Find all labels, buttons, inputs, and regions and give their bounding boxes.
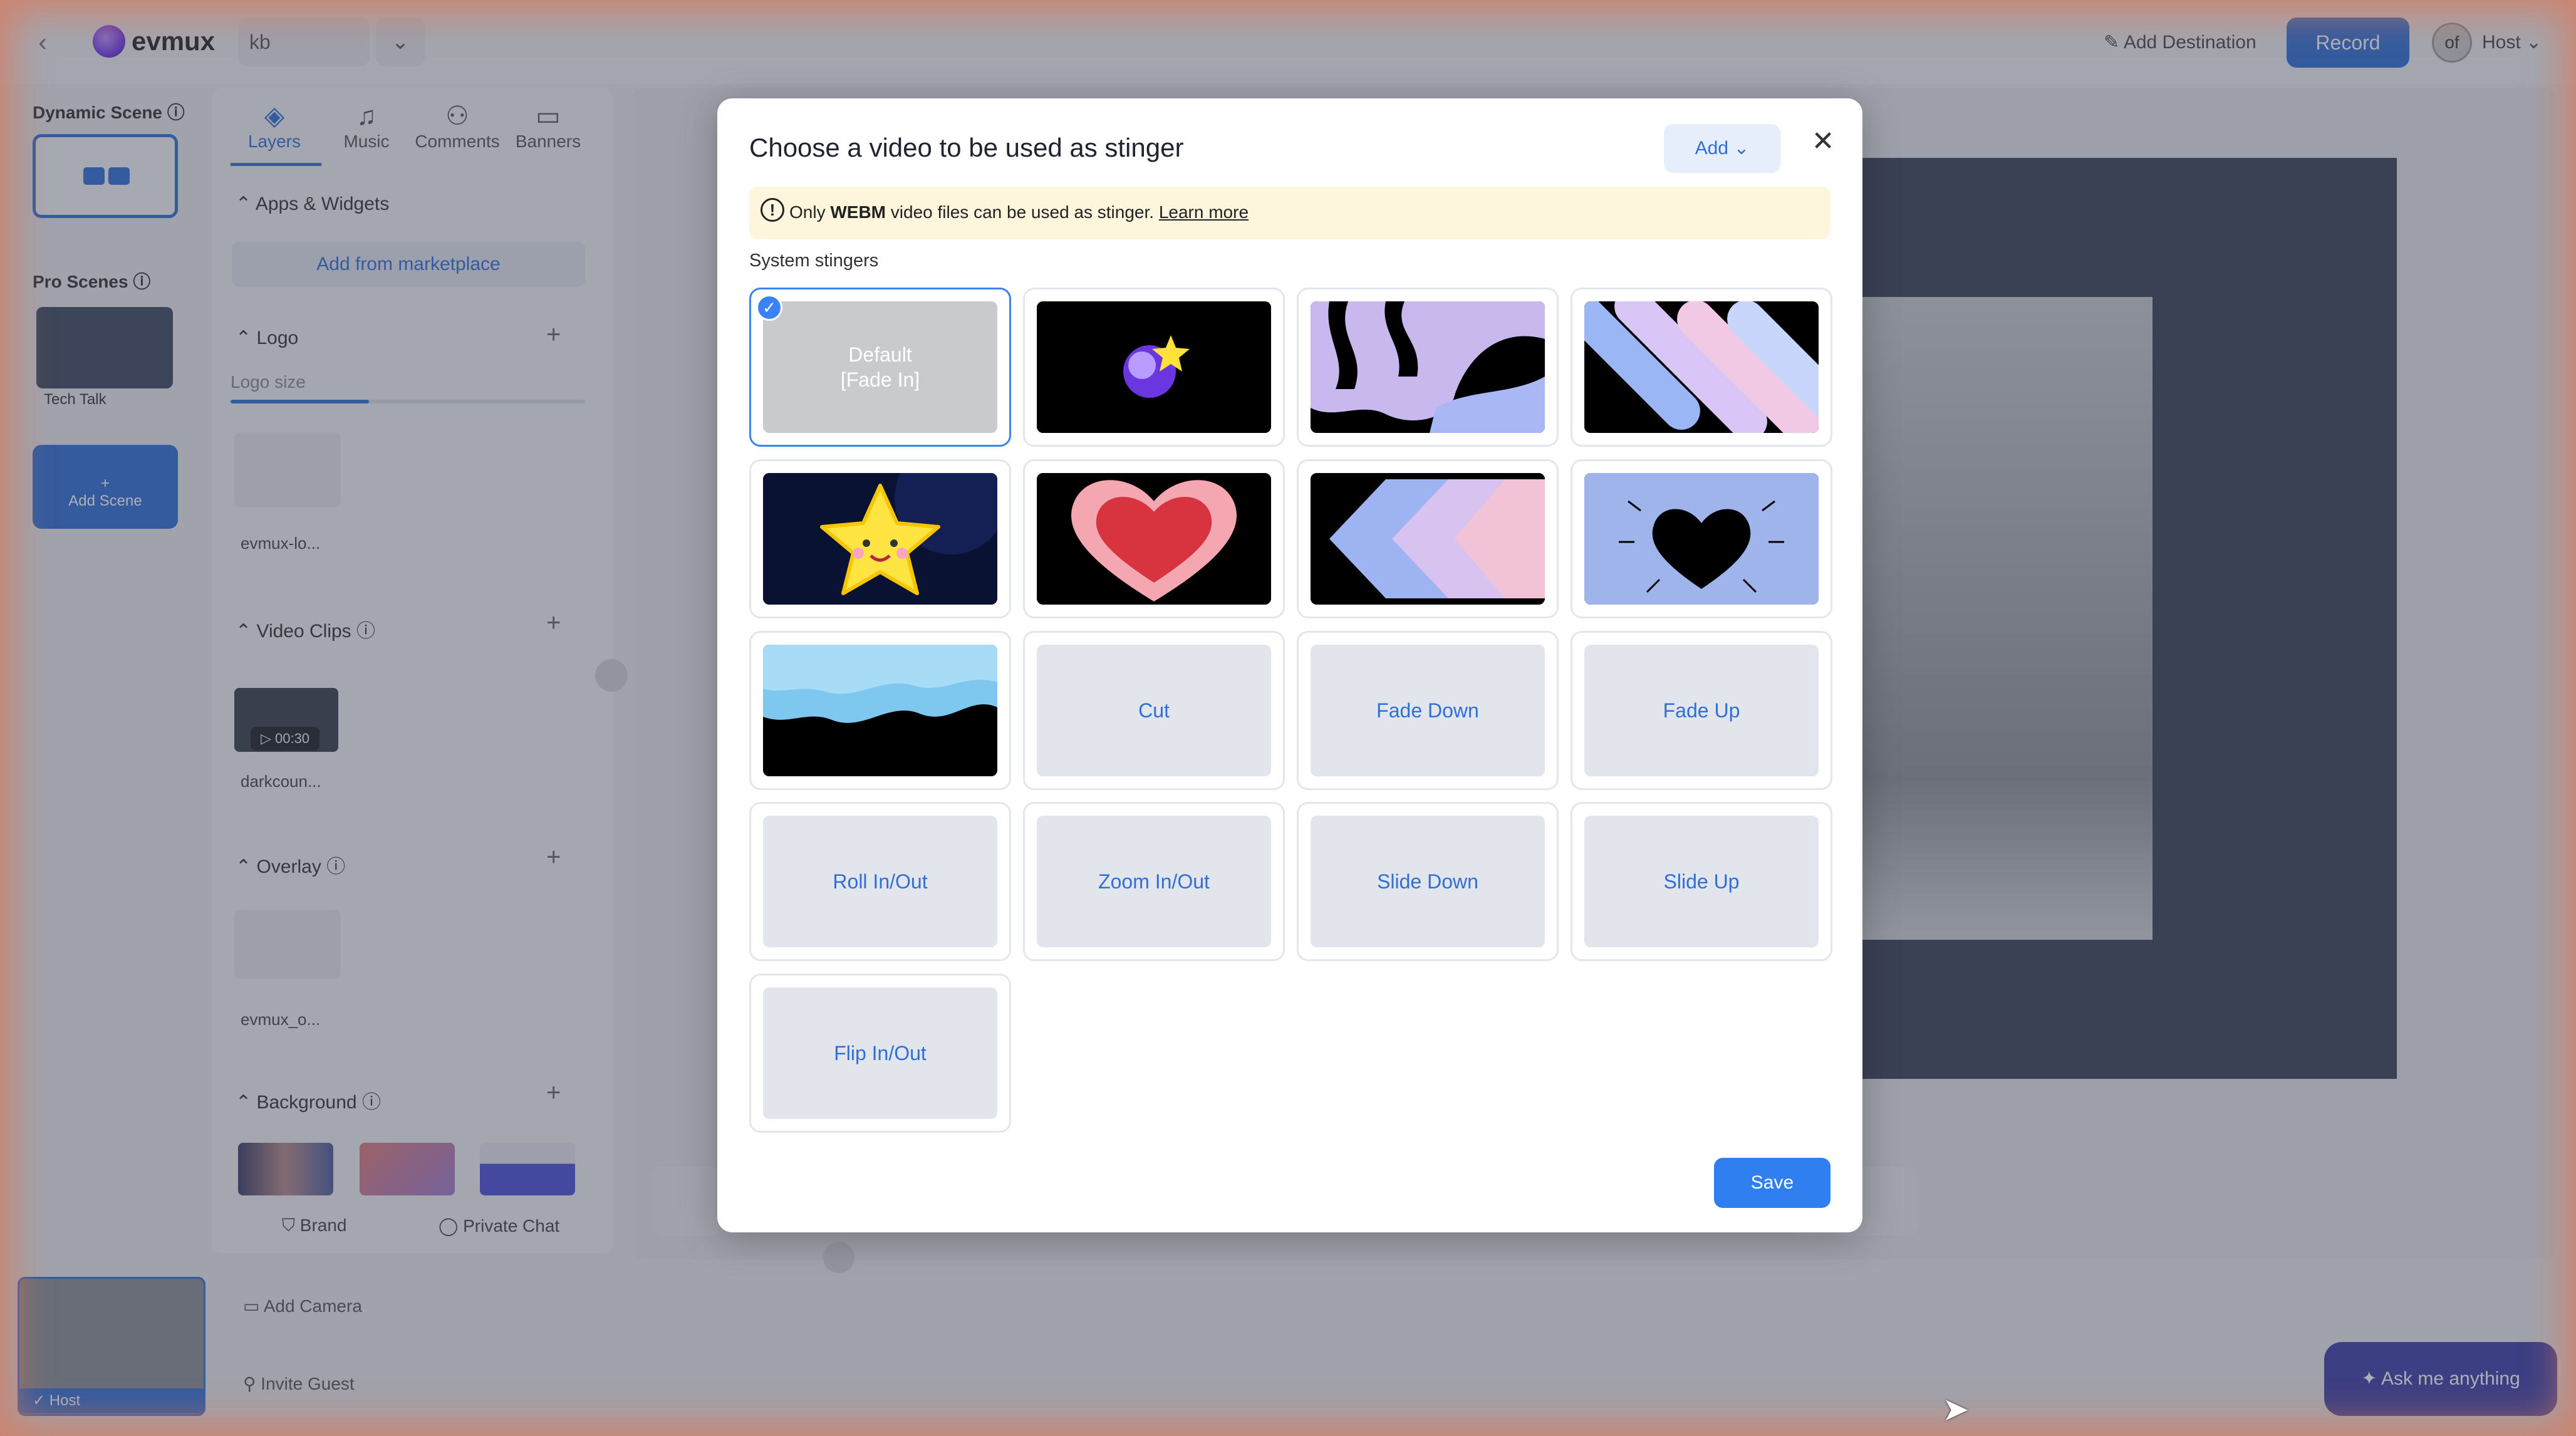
selected-check-icon: ✓ [756, 294, 782, 321]
star-icon [763, 473, 997, 605]
stinger-label: Flip In/Out [763, 987, 997, 1119]
stinger-label: Cut [1037, 645, 1271, 776]
stinger-label: Slide Down [1311, 816, 1545, 947]
diagonal-bars-icon [1584, 301, 1819, 433]
stinger-card[interactable]: Slide Down [1297, 802, 1559, 961]
paint-swirl-icon [1311, 301, 1545, 433]
stinger-label: Fade Down [1311, 645, 1545, 776]
chevrons-icon [1311, 473, 1545, 605]
stinger-card[interactable]: Default [Fade In] ✓ [749, 288, 1011, 447]
stinger-label: Zoom In/Out [1037, 816, 1271, 947]
system-stingers-label: System stingers [749, 251, 879, 271]
stinger-card[interactable] [1023, 459, 1285, 618]
stinger-card[interactable]: Roll In/Out [749, 802, 1011, 961]
heart-burst-icon [1584, 473, 1819, 605]
stinger-card[interactable] [1571, 459, 1832, 618]
mouse-cursor-icon: ➤ [1942, 1392, 1970, 1428]
save-button[interactable]: Save [1714, 1158, 1831, 1208]
notice-text: Only WEBM video files can be used as sti… [789, 202, 1249, 222]
stinger-card[interactable] [1023, 288, 1285, 447]
stinger-card[interactable]: Fade Down [1297, 631, 1559, 790]
add-stinger-button[interactable]: Add ⌄ [1664, 124, 1780, 173]
stinger-card[interactable]: Slide Up [1571, 802, 1832, 961]
stinger-label: Roll In/Out [763, 816, 997, 947]
stinger-card[interactable]: Flip In/Out [749, 974, 1011, 1133]
stinger-card[interactable]: Zoom In/Out [1023, 802, 1285, 961]
stinger-label: Default [Fade In] [763, 301, 997, 433]
stinger-card[interactable] [749, 631, 1011, 790]
stinger-card[interactable] [1571, 288, 1832, 447]
dialog-title: Choose a video to be used as stinger [749, 133, 1184, 162]
stinger-card[interactable] [1297, 459, 1559, 618]
stinger-card[interactable]: Fade Up [1571, 631, 1832, 790]
info-icon: ! [761, 198, 784, 222]
stinger-card[interactable] [749, 459, 1011, 618]
stinger-label: Slide Up [1584, 816, 1819, 947]
stinger-card[interactable] [1297, 288, 1559, 447]
close-icon[interactable]: ✕ [1804, 123, 1842, 160]
heart-icon [1037, 473, 1271, 605]
comet-icon [1037, 301, 1271, 433]
stinger-card[interactable]: Cut [1023, 631, 1285, 790]
wave-icon [763, 645, 997, 776]
stinger-label: Fade Up [1584, 645, 1819, 776]
learn-more-link[interactable]: Learn more [1159, 202, 1249, 222]
